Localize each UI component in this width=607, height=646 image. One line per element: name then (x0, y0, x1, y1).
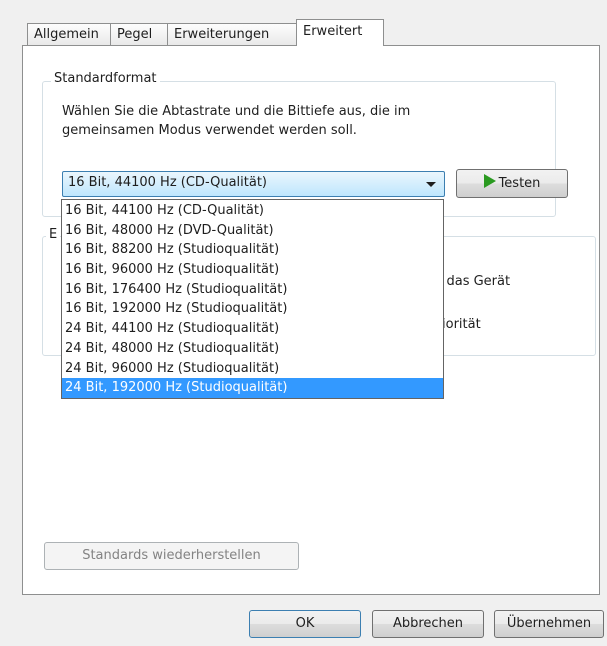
dropdown-option[interactable]: 24 Bit, 44100 Hz (Studioqualität) (62, 319, 443, 339)
exclusive-option2-label: iorität (442, 317, 481, 332)
tab-allgemein[interactable]: Allgemein (27, 23, 111, 45)
tab-erweiterungen[interactable]: Erweiterungen (167, 23, 297, 45)
dropdown-option[interactable]: 16 Bit, 44100 Hz (CD-Qualität) (62, 201, 443, 221)
test-button-label: Testen (498, 176, 541, 191)
test-button[interactable]: Testen (456, 169, 568, 198)
dropdown-option-selected[interactable]: 24 Bit, 192000 Hz (Studioqualität) (62, 378, 443, 398)
dropdown-option[interactable]: 16 Bit, 88200 Hz (Studioqualität) (62, 240, 443, 260)
play-icon (483, 174, 496, 188)
dropdown-option[interactable]: 16 Bit, 48000 Hz (DVD-Qualität) (62, 221, 443, 241)
exclusive-option1-label: r das Gerät (437, 274, 511, 289)
tab-erweitert[interactable]: Erweitert (296, 19, 384, 46)
ok-button[interactable]: OK (249, 610, 361, 638)
apply-button[interactable]: Übernehmen (494, 610, 604, 638)
chevron-down-icon[interactable] (426, 182, 436, 187)
dropdown-option[interactable]: 24 Bit, 48000 Hz (Studioqualität) (62, 339, 443, 359)
format-combobox-value: 16 Bit, 44100 Hz (CD-Qualität) (68, 175, 268, 190)
restore-defaults-button[interactable]: Standards wiederherstellen (44, 542, 299, 570)
dropdown-option[interactable]: 16 Bit, 96000 Hz (Studioqualität) (62, 260, 443, 280)
dropdown-option[interactable]: 16 Bit, 192000 Hz (Studioqualität) (62, 299, 443, 319)
standardformat-description-line2: gemeinsamen Modus verwendet werden soll. (62, 123, 357, 138)
exclusive-mode-title: E (46, 227, 61, 242)
dropdown-option[interactable]: 24 Bit, 96000 Hz (Studioqualität) (62, 359, 443, 379)
cancel-button[interactable]: Abbrechen (372, 610, 484, 638)
dropdown-option[interactable]: 16 Bit, 176400 Hz (Studioqualität) (62, 280, 443, 300)
standardformat-description-line1: Wählen Sie die Abtastrate und die Bittie… (62, 104, 411, 119)
tab-pegel[interactable]: Pegel (110, 23, 168, 45)
format-dropdown-list[interactable]: 16 Bit, 44100 Hz (CD-Qualität) 16 Bit, 4… (61, 199, 444, 399)
format-combobox[interactable]: 16 Bit, 44100 Hz (CD-Qualität) (62, 171, 445, 197)
standardformat-title: Standardformat (51, 71, 160, 86)
